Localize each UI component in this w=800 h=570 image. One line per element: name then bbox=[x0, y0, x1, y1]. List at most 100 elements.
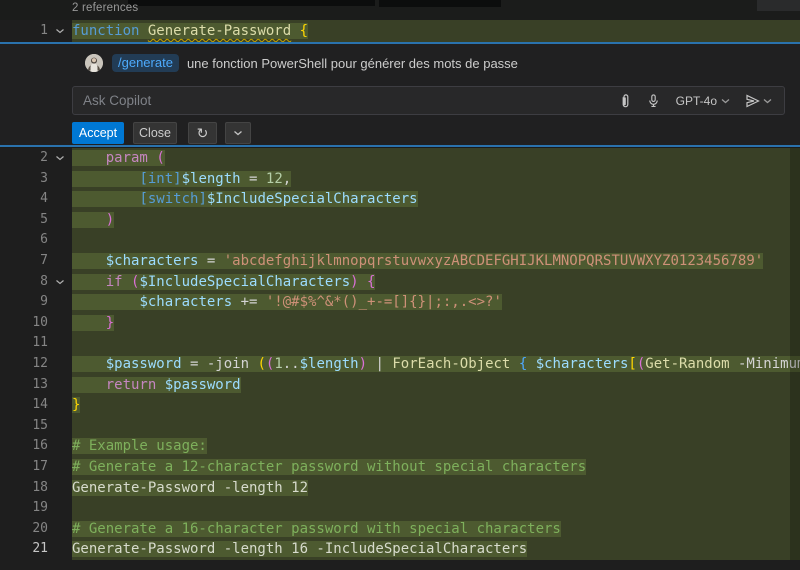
line-number: 5 bbox=[0, 210, 48, 231]
code-line[interactable]: 18 Generate-Password -length 12 bbox=[0, 478, 800, 499]
fold-chevron-icon[interactable] bbox=[48, 272, 72, 293]
code-line-content[interactable]: param ( bbox=[72, 148, 800, 169]
code-token bbox=[72, 212, 106, 228]
code-line-content[interactable]: $characters = 'abcdefghijklmnopqrstuvwxy… bbox=[72, 251, 800, 272]
gutter: 3 bbox=[0, 169, 72, 190]
code-token: $password bbox=[106, 356, 182, 372]
model-picker-dropdown[interactable]: GPT-4o bbox=[670, 92, 736, 110]
code-token: [switch] bbox=[139, 191, 206, 207]
gutter: 8 bbox=[0, 272, 72, 293]
code-line[interactable]: 14} bbox=[0, 395, 800, 416]
line-number: 3 bbox=[0, 169, 48, 190]
person-icon bbox=[85, 54, 103, 72]
code-line[interactable]: 21Generate-Password -length 16 -IncludeS… bbox=[0, 539, 800, 560]
code-line[interactable]: 5 ) bbox=[0, 210, 800, 231]
code-line-content[interactable]: # Generate a 12-character password witho… bbox=[72, 457, 800, 478]
code-line[interactable]: 9 $characters += '!@#$%^&*()_+-=[]{}|;:,… bbox=[0, 292, 800, 313]
inserted-code-text: return $password bbox=[72, 377, 241, 393]
codelens-references[interactable]: 2 references bbox=[72, 2, 138, 14]
code-line-content[interactable] bbox=[72, 498, 800, 519]
code-line-content[interactable] bbox=[72, 333, 800, 354]
send-button-group[interactable] bbox=[740, 91, 776, 111]
fold-spacer bbox=[48, 230, 72, 251]
line-number: 11 bbox=[0, 333, 48, 354]
gutter: 7 bbox=[0, 251, 72, 272]
code-token: # Generate a 16-character password with … bbox=[72, 521, 561, 537]
attach-paperclip-icon[interactable] bbox=[614, 90, 638, 112]
code-line-content[interactable]: if ($IncludeSpecialCharacters) { bbox=[72, 272, 800, 293]
code-line-content[interactable]: # Example usage: bbox=[72, 436, 800, 457]
code-token: ForEach-Object bbox=[392, 356, 510, 372]
code-line[interactable]: 11 bbox=[0, 333, 800, 354]
code-line-content[interactable]: $password = -join ((1..$length) | ForEac… bbox=[72, 354, 800, 375]
line-number: 16 bbox=[0, 436, 48, 457]
microphone-icon[interactable] bbox=[642, 90, 666, 112]
code-token: { bbox=[300, 23, 308, 39]
code-line[interactable]: 20 # Generate a 16-character password wit… bbox=[0, 519, 800, 540]
code-token bbox=[527, 356, 535, 372]
gutter: 4 bbox=[0, 189, 72, 210]
model-label: GPT-4o bbox=[676, 94, 717, 108]
code-line[interactable]: 1 function Generate-Password { bbox=[0, 20, 800, 42]
code-line-content[interactable]: Generate-Password -length 16 -IncludeSpe… bbox=[72, 539, 800, 560]
code-token bbox=[139, 23, 147, 39]
send-options-chevron-icon[interactable] bbox=[763, 97, 772, 105]
code-token: = bbox=[198, 253, 223, 269]
code-line[interactable]: 10 } bbox=[0, 313, 800, 334]
line-number: 20 bbox=[0, 519, 48, 540]
more-options-dropdown-button[interactable] bbox=[225, 122, 251, 144]
line-number: 1 bbox=[0, 20, 48, 42]
code-line-content[interactable] bbox=[72, 416, 800, 437]
code-line[interactable]: 15 bbox=[0, 416, 800, 437]
fold-chevron-icon[interactable] bbox=[48, 148, 72, 169]
chat-input-box: GPT-4o bbox=[72, 86, 785, 115]
fold-spacer bbox=[48, 169, 72, 190]
code-line[interactable]: 13 return $password bbox=[0, 375, 800, 396]
code-token: 'abcdefghijklmnopqrstuvwxyzABCDEFGHIJKLM… bbox=[224, 253, 763, 269]
slash-command-pill: /generate bbox=[112, 54, 179, 72]
code-line-content[interactable]: ) bbox=[72, 210, 800, 231]
code-line-content[interactable]: return $password bbox=[72, 375, 800, 396]
fold-spacer bbox=[48, 313, 72, 334]
code-line-content[interactable]: Generate-Password -length 12 bbox=[72, 478, 800, 499]
code-line-content[interactable]: } bbox=[72, 313, 800, 334]
line-number: 13 bbox=[0, 375, 48, 396]
code-line-content[interactable]: } bbox=[72, 395, 800, 416]
close-button[interactable]: Close bbox=[133, 122, 177, 144]
gutter: 5 bbox=[0, 210, 72, 231]
code-token bbox=[123, 274, 131, 290]
code-line[interactable]: 8 if ($IncludeSpecialCharacters) { bbox=[0, 272, 800, 293]
code-line-content[interactable]: # Generate a 16-character password with … bbox=[72, 519, 800, 540]
gutter: 11 bbox=[0, 333, 72, 354]
code-line-content[interactable]: [switch]$IncludeSpecialCharacters bbox=[72, 189, 800, 210]
code-line[interactable]: 12 $password = -join ((1..$length) | For… bbox=[0, 354, 800, 375]
send-icon[interactable] bbox=[744, 93, 761, 109]
code-line-content[interactable]: function Generate-Password { bbox=[72, 20, 800, 42]
code-token: $length bbox=[300, 356, 359, 372]
code-line[interactable]: 16 # Example usage: bbox=[0, 436, 800, 457]
code-line-content[interactable]: $characters += '!@#$%^&*()_+-=[]{}|;:,.<… bbox=[72, 292, 800, 313]
code-line[interactable]: 3 [int]$length = 12, bbox=[0, 169, 800, 190]
code-line[interactable]: 4 [switch]$IncludeSpecialCharacters bbox=[0, 189, 800, 210]
code-token bbox=[156, 377, 164, 393]
inserted-code-text: if ($IncludeSpecialCharacters) { bbox=[72, 274, 375, 290]
editor-top-strip: 2 references bbox=[0, 0, 800, 20]
line-number: 18 bbox=[0, 478, 48, 499]
code-token: $IncludeSpecialCharacters bbox=[207, 191, 418, 207]
code-line-content[interactable]: [int]$length = 12, bbox=[72, 169, 800, 190]
code-line[interactable]: 6 bbox=[0, 230, 800, 251]
fold-chevron-icon[interactable] bbox=[48, 20, 72, 42]
code-line[interactable]: 17# Generate a 12-character password wit… bbox=[0, 457, 800, 478]
code-line[interactable]: 7 $characters = 'abcdefghijklmnopqrstuvw… bbox=[0, 251, 800, 272]
ask-copilot-input[interactable] bbox=[73, 93, 614, 108]
code-line[interactable]: 19 bbox=[0, 498, 800, 519]
line-number: 4 bbox=[0, 189, 48, 210]
code-line[interactable]: 2 param ( bbox=[0, 148, 800, 169]
inserted-code-text: $password = -join ((1..$length) | ForEac… bbox=[72, 356, 800, 372]
gutter: 6 bbox=[0, 230, 72, 251]
code-line-content[interactable] bbox=[72, 230, 800, 251]
accept-button[interactable]: Accept bbox=[72, 122, 124, 144]
rerun-icon-button[interactable]: ↻ bbox=[188, 122, 217, 144]
chat-action-buttons: Accept Close ↻ bbox=[72, 122, 251, 144]
editor-scrollbar[interactable] bbox=[790, 148, 800, 560]
